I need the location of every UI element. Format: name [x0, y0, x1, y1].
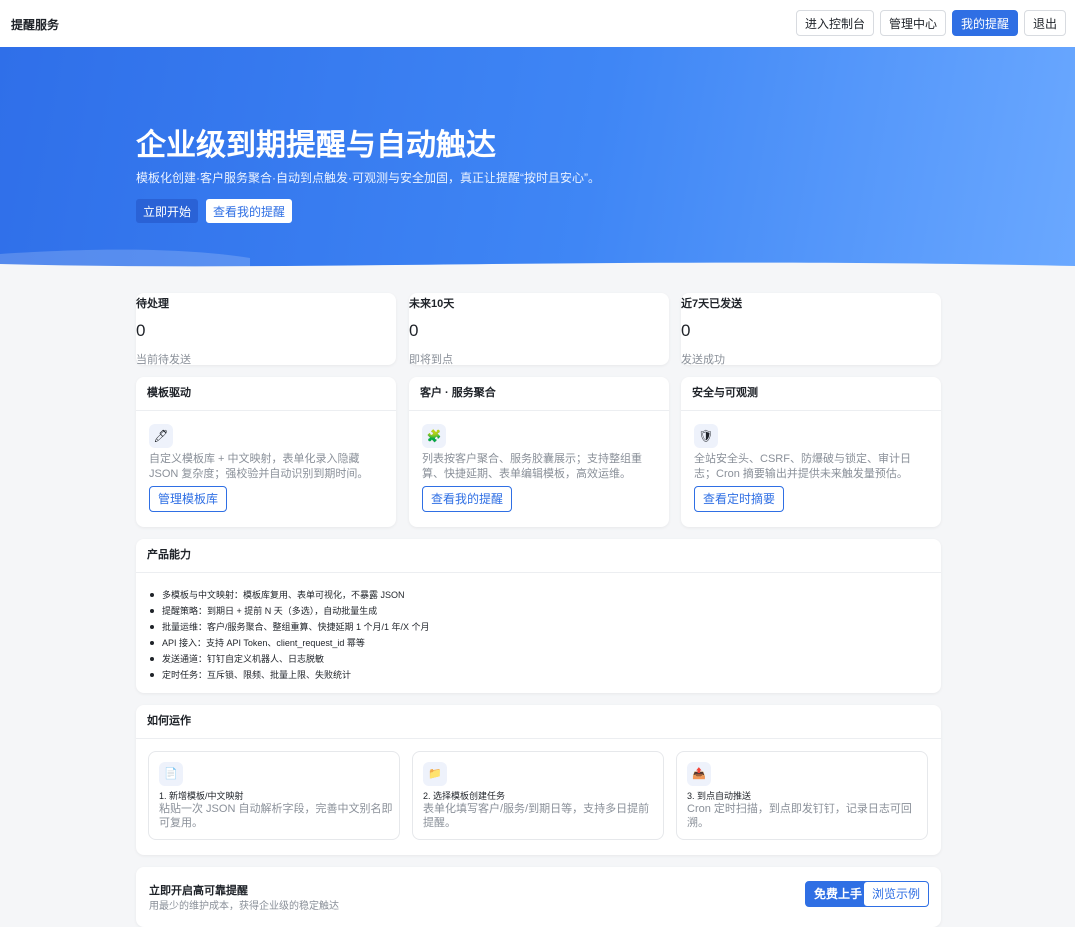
- shield-icon: 🛡: [694, 424, 718, 448]
- step-description: 粘贴一次 JSON 自动解析字段，完善中文别名即可复用。: [159, 803, 393, 829]
- list-item: API 接入：支持 API Token、client_request_id 幂等: [150, 635, 430, 651]
- nav-console-button[interactable]: 进入控制台: [795, 10, 874, 36]
- cta-card: 立即开启高可靠提醒 用最少的维护成本，获得企业级的稳定触达 免费上手 浏览示例: [136, 867, 941, 927]
- step-title: 3. 到点自动推送: [687, 791, 752, 801]
- step-card-2: 📁 2. 选择模板创建任务 表单化填写客户/服务/到期日等，支持多日提前提醒。: [412, 751, 664, 840]
- list-item: 批量运维：客户/服务聚合、整组重算、快捷延期 1 个月/1 年/X 个月: [150, 619, 430, 635]
- folder-icon: 📁: [423, 762, 447, 786]
- feature-description: 列表按客户聚合、服务胶囊展示；支持整组重算、快捷延期、表单编辑模板，高效运维。: [422, 453, 642, 480]
- cta-title: 立即开启高可靠提醒: [149, 885, 248, 897]
- stat-value: 0: [409, 321, 419, 340]
- top-navbar: 提醒服务 进入控制台 管理中心 我的提醒 退出: [0, 0, 1075, 48]
- stat-card-pending: 待处理 0 当前待发送: [136, 293, 396, 366]
- list-item: 多模板与中文映射：模板库复用、表单可视化，不暴露 JSON: [150, 587, 430, 603]
- hero-wave-decoration: [0, 249, 1075, 276]
- stat-subtext: 即将到点: [409, 354, 453, 366]
- stat-card-upcoming: 未来10天 0 即将到点: [409, 293, 669, 366]
- stat-label: 未来10天: [409, 298, 455, 310]
- list-item: 提醒策略：到期日 + 提前 N 天（多选），自动批量生成: [150, 603, 430, 619]
- nav-logout-button[interactable]: 退出: [1023, 10, 1066, 36]
- feature-description: 自定义模板库 + 中文映射，表单化录入隐藏 JSON 复杂度；强校验并自动识别到…: [149, 453, 369, 480]
- hero-title: 企业级到期提醒与自动触达: [136, 129, 496, 162]
- nav-bar: 进入控制台 管理中心 我的提醒 退出: [795, 10, 1066, 36]
- step-card-3: 📤 3. 到点自动推送 Cron 定时扫描，到点即发钉钉，记录日志可回溯。: [676, 751, 928, 840]
- view-my-reminders-card-button[interactable]: 查看我的提醒: [422, 486, 513, 512]
- stat-label: 近7天已发送: [681, 298, 743, 310]
- hero-actions: 立即开始 查看我的提醒: [136, 199, 293, 223]
- stat-value: 0: [681, 321, 691, 340]
- feature-description: 全站安全头、CSRF、防爆破与锁定、审计日志；Cron 摘要输出并提供未来触发量…: [694, 453, 911, 480]
- feature-title: 安全与可观测: [681, 377, 941, 411]
- stat-label: 待处理: [136, 298, 169, 310]
- capabilities-card: 产品能力 多模板与中文映射：模板库复用、表单可视化，不暴露 JSON 提醒策略：…: [136, 539, 941, 693]
- puzzle-icon: 🧩: [422, 424, 446, 448]
- step-description: Cron 定时扫描，到点即发钉钉，记录日志可回溯。: [687, 803, 912, 829]
- step-card-1: 📄 1. 新增模板/中文映射 粘贴一次 JSON 自动解析字段，完善中文别名即可…: [148, 751, 400, 840]
- stat-card-sent: 近7天已发送 0 发送成功: [681, 293, 941, 366]
- stat-value: 0: [136, 321, 146, 340]
- hero-banner: 企业级到期提醒与自动触达 模板化创建·客户服务聚合·自动到点触发·可观测与安全加…: [0, 47, 1075, 276]
- feature-card-security: 安全与可观测 🛡 全站安全头、CSRF、防爆破与锁定、审计日志；Cron 摘要输…: [681, 377, 941, 527]
- capabilities-title: 产品能力: [136, 539, 941, 573]
- step-title: 1. 新增模板/中文映射: [159, 791, 244, 801]
- brand-logo[interactable]: 提醒服务: [11, 16, 59, 33]
- capabilities-list: 多模板与中文映射：模板库复用、表单可视化，不暴露 JSON 提醒策略：到期日 +…: [150, 587, 430, 683]
- browse-examples-button[interactable]: 浏览示例: [862, 881, 929, 907]
- outbox-icon: 📤: [687, 762, 711, 786]
- hero-subtitle: 模板化创建·客户服务聚合·自动到点触发·可观测与安全加固，真正让提醒“按时且安心…: [136, 171, 600, 185]
- how-it-works-card: 如何运作 📄 1. 新增模板/中文映射 粘贴一次 JSON 自动解析字段，完善中…: [136, 705, 941, 855]
- list-item: 发送通道：钉钉自定义机器人、日志脱敏: [150, 651, 430, 667]
- feature-card-aggregation: 客户 · 服务聚合 🧩 列表按客户聚合、服务胶囊展示；支持整组重算、快捷延期、表…: [409, 377, 669, 527]
- start-now-button[interactable]: 立即开始: [136, 199, 199, 223]
- stat-subtext: 发送成功: [681, 354, 725, 366]
- how-it-works-title: 如何运作: [136, 705, 941, 739]
- feature-title: 客户 · 服务聚合: [409, 377, 669, 411]
- nav-my-reminders-button[interactable]: 我的提醒: [951, 10, 1018, 36]
- feature-title: 模板驱动: [136, 377, 396, 411]
- document-icon: 📄: [159, 762, 183, 786]
- feature-card-template: 模板驱动 🖊 自定义模板库 + 中文映射，表单化录入隐藏 JSON 复杂度；强校…: [136, 377, 396, 527]
- pencil-icon: 🖊: [149, 424, 173, 448]
- stat-subtext: 当前待发送: [136, 354, 191, 366]
- view-my-reminders-button[interactable]: 查看我的提醒: [206, 199, 293, 223]
- view-cron-summary-button[interactable]: 查看定时摘要: [694, 486, 785, 512]
- nav-admin-button[interactable]: 管理中心: [879, 10, 946, 36]
- free-start-button[interactable]: 免费上手: [804, 881, 871, 907]
- list-item: 定时任务：互斥锁、限频、批量上限、失败统计: [150, 667, 430, 683]
- step-title: 2. 选择模板创建任务: [423, 791, 506, 801]
- step-description: 表单化填写客户/服务/到期日等，支持多日提前提醒。: [423, 803, 650, 829]
- manage-templates-button[interactable]: 管理模板库: [149, 486, 228, 512]
